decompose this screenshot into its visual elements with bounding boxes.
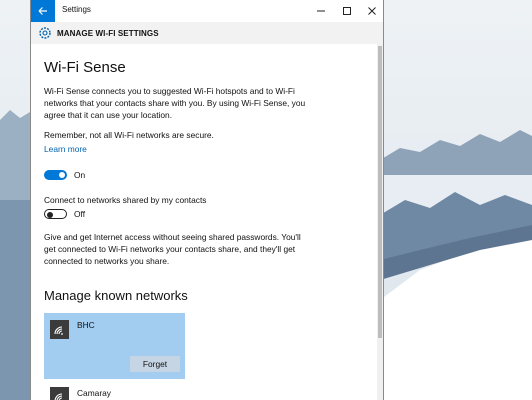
sharing-description: Give and get Internet access without see…	[44, 232, 301, 266]
forget-button[interactable]: Forget	[130, 356, 180, 372]
section-heading: Wi-Fi Sense	[44, 59, 126, 76]
back-arrow-icon	[38, 7, 47, 15]
scrollbar[interactable]	[377, 44, 383, 400]
maximize-button[interactable]	[335, 0, 359, 22]
network-item[interactable]: Camaray	[44, 384, 185, 400]
contacts-networks-toggle[interactable]	[44, 209, 67, 219]
contacts-toggle-state: Off	[74, 209, 86, 219]
wifi-sense-toggle[interactable]	[44, 170, 67, 180]
settings-window: Settings MANAGE WI-FI SETTINGS Wi-Fi Sen…	[30, 0, 384, 400]
title-bar: Settings	[31, 0, 383, 22]
gear-icon	[39, 27, 51, 39]
network-name: BHC	[77, 320, 95, 330]
minimize-button[interactable]	[309, 0, 333, 22]
wifi-icon	[50, 320, 69, 339]
wifi-sense-description: Wi-Fi Sense connects you to suggested Wi…	[44, 86, 306, 120]
network-name: Camaray	[77, 388, 111, 398]
network-item-selected[interactable]: BHC Forget	[44, 313, 185, 379]
page-header: MANAGE WI-FI SETTINGS	[31, 22, 383, 44]
scrollbar-thumb[interactable]	[378, 46, 382, 338]
security-notice: Remember, not all Wi-Fi networks are sec…	[44, 130, 214, 140]
back-button[interactable]	[31, 0, 55, 22]
page-title: MANAGE WI-FI SETTINGS	[57, 29, 159, 38]
minimize-icon	[317, 10, 325, 12]
window-title: Settings	[62, 5, 91, 14]
wifi-icon	[50, 387, 69, 400]
known-networks-heading: Manage known networks	[44, 288, 188, 303]
close-icon	[368, 7, 376, 15]
wifi-sense-toggle-state: On	[74, 170, 86, 180]
close-button[interactable]	[360, 0, 383, 22]
learn-more-link[interactable]: Learn more	[44, 144, 87, 154]
maximize-icon	[343, 7, 351, 15]
connect-contacts-label: Connect to networks shared by my contact…	[44, 195, 207, 205]
